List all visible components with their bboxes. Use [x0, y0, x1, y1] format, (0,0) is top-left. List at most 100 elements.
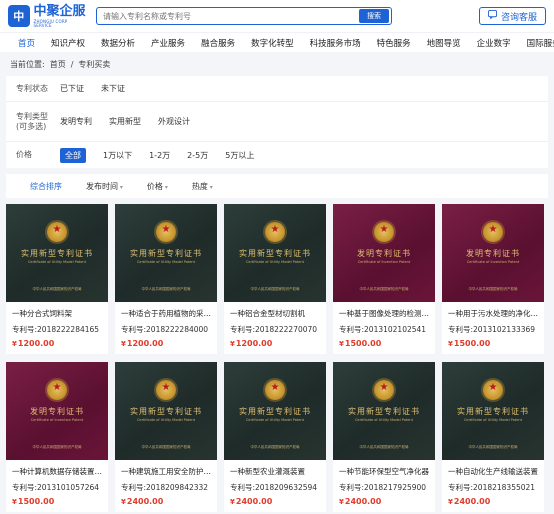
filter-option-type[interactable]: 实用新型	[109, 116, 141, 127]
sort-option[interactable]: 发布时间	[86, 181, 123, 192]
product-card[interactable]: 实用新型专利证书 Certificate of Utility Model Pat…	[115, 362, 217, 512]
price-value: 2400.00	[453, 497, 491, 506]
filter-option-price[interactable]: 1万以下	[103, 150, 132, 161]
filter-option-type[interactable]: 发明专利	[60, 116, 92, 127]
search-button[interactable]: 搜索	[359, 9, 389, 23]
certificate-image[interactable]: 实用新型专利证书 Certificate of Utility Model Pat…	[442, 362, 544, 460]
nav-item[interactable]: 科技服务市场	[302, 37, 369, 49]
product-card[interactable]: 发明专利证书 Certificate of Invention Patent 中华人…	[6, 362, 108, 512]
filter-option-status[interactable]: 未下证	[101, 83, 125, 94]
product-title[interactable]: 一种适合于药用植物的采收装置	[121, 308, 211, 319]
filter-label-status: 专利状态	[16, 83, 48, 93]
patent-number-label: 专利号:	[448, 483, 474, 492]
nav-item[interactable]: 融合服务	[193, 37, 243, 49]
certificate-image[interactable]: 实用新型专利证书 Certificate of Utility Model Pat…	[224, 362, 326, 460]
nav-item[interactable]: 知识产权	[43, 37, 93, 49]
national-emblem-icon	[47, 380, 67, 400]
card-body: 一种自动化生产线输送装置 专利号:2018218355021 ¥2400.00	[442, 460, 544, 506]
certificate-image[interactable]: 实用新型专利证书 Certificate of Utility Model Pat…	[224, 204, 326, 302]
patent-number: 专利号:2018218355021	[448, 482, 538, 493]
product-card[interactable]: 实用新型专利证书 Certificate of Utility Model Pat…	[6, 204, 108, 354]
certificate-title: 发明专利证书	[357, 249, 411, 258]
product-card[interactable]: 实用新型专利证书 Certificate of Utility Model Pat…	[224, 362, 326, 512]
filter-row-type: 专利类型 (可多选) 发明专利 实用新型 外观设计	[6, 102, 548, 142]
chat-icon	[487, 10, 497, 22]
certificate-title: 发明专利证书	[30, 407, 84, 416]
search-input[interactable]	[97, 8, 359, 24]
card-body: 一种建筑施工用安全防护装置 专利号:2018209842332 ¥2400.00	[115, 460, 217, 506]
nav-item[interactable]: 首页	[10, 37, 43, 49]
nav-item[interactable]: 企业数字	[469, 37, 519, 49]
product-card[interactable]: 实用新型专利证书 Certificate of Utility Model Pat…	[333, 362, 435, 512]
price-value: 2400.00	[344, 497, 382, 506]
patent-number-label: 专利号:	[12, 483, 38, 492]
product-price: ¥2400.00	[230, 497, 320, 506]
patent-number-value: 2018222284000	[146, 325, 209, 334]
product-price: ¥1500.00	[339, 339, 429, 348]
nav-item[interactable]: 国际服务	[519, 37, 554, 49]
product-grid: 实用新型专利证书 Certificate of Utility Model Pat…	[0, 198, 554, 514]
currency-symbol: ¥	[121, 498, 126, 506]
certificate-image[interactable]: 实用新型专利证书 Certificate of Utility Model Pat…	[115, 362, 217, 460]
product-title[interactable]: 一种用于污水处理的净化系统	[448, 308, 538, 319]
sort-option[interactable]: 价格	[147, 181, 168, 192]
product-title[interactable]: 一种节能环保型空气净化器	[339, 466, 429, 477]
currency-symbol: ¥	[230, 498, 235, 506]
card-body: 一种铝合金型材切割机 专利号:2018222270070 ¥1200.00	[224, 302, 326, 348]
product-title[interactable]: 一种铝合金型材切割机	[230, 308, 320, 319]
product-title[interactable]: 一种基于图像处理的检测方法	[339, 308, 429, 319]
consult-button[interactable]: 咨询客服	[478, 7, 546, 25]
product-title[interactable]: 一种分合式饲料架	[12, 308, 102, 319]
filter-option-price[interactable]: 1-2万	[149, 150, 170, 161]
filter-label-type: 专利类型 (可多选)	[16, 111, 48, 131]
certificate-image[interactable]: 发明专利证书 Certificate of Invention Patent 中华人…	[333, 204, 435, 302]
patent-number-value: 2013102102541	[364, 325, 427, 334]
breadcrumb-home[interactable]: 首页	[50, 59, 66, 70]
logo-name: 中聚企服	[33, 3, 86, 19]
sort-option[interactable]: 综合排序	[30, 181, 62, 192]
card-body: 一种节能环保型空气净化器 专利号:2018217925900 ¥2400.00	[333, 460, 435, 506]
product-price: ¥2400.00	[448, 497, 538, 506]
product-card[interactable]: 实用新型专利证书 Certificate of Utility Model Pat…	[224, 204, 326, 354]
patent-number-value: 2018222284165	[37, 325, 100, 334]
breadcrumb: 当前位置: 首页 / 专利买卖	[0, 52, 554, 76]
product-price: ¥1200.00	[121, 339, 211, 348]
filter-option-type[interactable]: 外观设计	[158, 116, 190, 127]
product-card[interactable]: 实用新型专利证书 Certificate of Utility Model Pat…	[115, 204, 217, 354]
certificate-image[interactable]: 实用新型专利证书 Certificate of Utility Model Pat…	[6, 204, 108, 302]
product-title[interactable]: 一种计算机数据存储装置及方法	[12, 466, 102, 477]
product-card[interactable]: 发明专利证书 Certificate of Invention Patent 中华人…	[333, 204, 435, 354]
nav-item[interactable]: 地图导览	[419, 37, 469, 49]
national-emblem-icon	[483, 222, 503, 242]
certificate-subtitle: Certificate of Utility Model Patent	[245, 418, 305, 422]
product-card[interactable]: 发明专利证书 Certificate of Invention Patent 中华人…	[442, 204, 544, 354]
filter-option-price[interactable]: 5万以上	[225, 150, 254, 161]
filter-option-price[interactable]: 全部	[60, 147, 86, 163]
certificate-title: 发明专利证书	[466, 249, 520, 258]
product-title[interactable]: 一种自动化生产线输送装置	[448, 466, 538, 477]
certificate-image[interactable]: 实用新型专利证书 Certificate of Utility Model Pat…	[333, 362, 435, 460]
filter-option-price[interactable]: 2-5万	[187, 150, 208, 161]
certificate-issuer: 中华人民共和国国家知识产权局	[468, 287, 518, 291]
certificate-image[interactable]: 发明专利证书 Certificate of Invention Patent 中华人…	[442, 204, 544, 302]
certificate-image[interactable]: 实用新型专利证书 Certificate of Utility Model Pat…	[115, 204, 217, 302]
nav-item[interactable]: 特色服务	[369, 37, 419, 49]
product-title[interactable]: 一种建筑施工用安全防护装置	[121, 466, 211, 477]
nav-item[interactable]: 数字化转型	[243, 37, 302, 49]
product-card[interactable]: 实用新型专利证书 Certificate of Utility Model Pat…	[442, 362, 544, 512]
consult-label: 咨询客服	[500, 12, 537, 23]
site-logo[interactable]: 中 中聚企服 ZHONGJU CORP SERVICE	[8, 5, 86, 28]
product-title[interactable]: 一种新型农业灌溉装置	[230, 466, 320, 477]
nav-item[interactable]: 产业服务	[143, 37, 193, 49]
price-value: 1500.00	[453, 339, 491, 348]
sort-option[interactable]: 热度	[192, 181, 213, 192]
filter-option-status[interactable]: 已下证	[60, 83, 84, 94]
price-value: 1200.00	[126, 339, 164, 348]
price-value: 2400.00	[235, 497, 273, 506]
certificate-image[interactable]: 发明专利证书 Certificate of Invention Patent 中华人…	[6, 362, 108, 460]
certificate-issuer: 中华人民共和国国家知识产权局	[359, 287, 409, 291]
nav-item[interactable]: 数据分析	[93, 37, 143, 49]
filter-row-price: 价格 全部 1万以下 1-2万 2-5万 5万以上	[6, 142, 548, 168]
national-emblem-icon	[265, 222, 285, 242]
certificate-subtitle: Certificate of Utility Model Patent	[245, 260, 305, 264]
